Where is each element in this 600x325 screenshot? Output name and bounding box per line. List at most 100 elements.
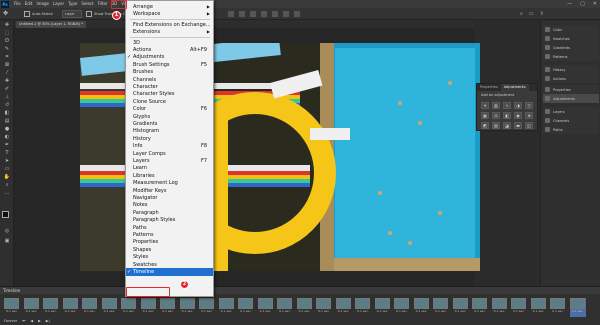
frame-duration[interactable]: 0.1 sec.	[43, 309, 59, 313]
timeline-frame[interactable]: 0.1 sec.	[316, 298, 332, 317]
vibrance-icon[interactable]: ▽	[525, 102, 533, 109]
move-tool-icon[interactable]: ✥	[0, 21, 14, 29]
timeline-frame[interactable]: 0.1 sec.	[472, 298, 488, 317]
blur-tool-icon[interactable]: ●	[0, 125, 14, 133]
posterize-icon[interactable]: ▧	[492, 122, 500, 129]
menu-layer[interactable]: Layer	[51, 0, 66, 8]
dock-item-patterns[interactable]: Patterns	[543, 52, 599, 61]
share-icon[interactable]: ⇪	[540, 10, 544, 18]
dock-item-properties[interactable]: Properties	[543, 85, 599, 94]
frame-duration[interactable]: 0.1 sec.	[82, 309, 98, 313]
healing-brush-tool-icon[interactable]: ✚	[0, 77, 14, 85]
eyedropper-tool-icon[interactable]: ⁄	[0, 69, 14, 77]
dock-item-channels[interactable]: Channels	[543, 116, 599, 125]
marquee-tool-icon[interactable]: ⬚	[0, 29, 14, 37]
timeline-frame[interactable]: 0.1 sec.	[101, 298, 118, 317]
dock-item-gradients[interactable]: Gradients	[543, 43, 599, 52]
tab-properties[interactable]: Properties	[477, 84, 501, 91]
brush-tool-icon[interactable]: ✐	[0, 85, 14, 93]
frame-duration[interactable]: 0.1 sec.	[453, 309, 469, 313]
invert-icon[interactable]: ◩	[481, 122, 489, 129]
timeline-frame[interactable]: 0.1 sec.	[335, 298, 352, 317]
type-tool-icon[interactable]: T	[0, 149, 14, 157]
hand-tool-icon[interactable]: ✋	[0, 173, 14, 181]
channel-mixer-icon[interactable]: ⊕	[525, 112, 533, 119]
color-balance-icon[interactable]: ⚖	[492, 112, 500, 119]
menu-item-workspace[interactable]: Workspace ▶	[126, 10, 213, 18]
layer-select-dropdown[interactable]: Layer	[62, 10, 82, 18]
timeline-frame[interactable]: 0.1 sec.	[160, 298, 176, 317]
frame-duration[interactable]: 0.1 sec.	[433, 309, 449, 313]
frame-duration[interactable]: 0.1 sec.	[180, 309, 196, 313]
dock-item-color[interactable]: Color	[543, 25, 599, 34]
frame-duration[interactable]: 0.1 sec.	[219, 309, 235, 313]
brightness-contrast-icon[interactable]: ☀	[481, 102, 489, 109]
first-frame-button[interactable]: ⏮	[22, 318, 25, 324]
maximize-button[interactable]: ▢	[580, 0, 585, 8]
previous-frame-button[interactable]: ◀	[30, 318, 33, 324]
black-white-icon[interactable]: ◧	[503, 112, 511, 119]
timeline-frame[interactable]: 0.1 sec.	[530, 298, 547, 317]
timeline-frame[interactable]: 0.1 sec.	[491, 298, 508, 317]
menu-file[interactable]: File	[12, 0, 23, 8]
frame-duration[interactable]: 0.1 sec.	[316, 309, 332, 313]
menu-edit[interactable]: Edit	[23, 0, 35, 8]
canvas-area[interactable]	[14, 28, 480, 286]
dock-item-swatches[interactable]: Swatches	[543, 34, 599, 43]
crop-tool-icon[interactable]: ⌗	[0, 53, 14, 61]
frame-duration[interactable]: 0.1 sec.	[550, 309, 566, 313]
frame-duration[interactable]: 0.1 sec.	[414, 309, 430, 313]
frame-duration[interactable]: 0.1 sec.	[63, 309, 79, 313]
dock-item-adjustments[interactable]: Adjustments	[543, 94, 599, 103]
close-button[interactable]: ✕	[593, 0, 597, 8]
exposure-icon[interactable]: ◑	[514, 102, 522, 109]
timeline-frame[interactable]: 0.1 sec.	[550, 298, 566, 317]
frame-duration[interactable]: 0.1 sec.	[121, 309, 137, 313]
frame-duration[interactable]: 0.1 sec.	[394, 309, 410, 313]
tab-adjustments[interactable]: Adjustments	[500, 84, 529, 91]
frame-duration[interactable]: 0.1 sec.	[160, 309, 176, 313]
eraser-tool-icon[interactable]: ◧	[0, 109, 14, 117]
minimize-button[interactable]: —	[567, 0, 572, 8]
align-right-icon[interactable]	[250, 11, 256, 17]
document-tab[interactable]: Untitled-1 @ 50% (Layer 1, RGB/8) *	[16, 21, 86, 28]
timeline-frame[interactable]: 0.1 sec.	[140, 298, 157, 317]
zoom-tool-icon[interactable]: ⌕	[0, 181, 14, 189]
timeline-frame[interactable]: 0.1 sec.	[374, 298, 391, 317]
timeline-frame[interactable]: 0.1 sec.	[43, 298, 59, 317]
frame-duration[interactable]: 0.1 sec.	[492, 309, 508, 313]
path-selection-tool-icon[interactable]: ➤	[0, 157, 14, 165]
dock-item-paths[interactable]: Paths	[543, 125, 599, 134]
timeline-frame[interactable]: 0.1 sec.	[511, 298, 527, 317]
timeline-frame[interactable]: 0.1 sec.	[179, 298, 196, 317]
dock-item-actions[interactable]: Actions	[543, 74, 599, 83]
frame-tool-icon[interactable]: ⊠	[0, 61, 14, 69]
frame-duration[interactable]: 0.1 sec.	[199, 309, 215, 313]
frame-duration[interactable]: 0.1 sec.	[297, 309, 313, 313]
play-button[interactable]: ▶	[38, 318, 41, 324]
levels-icon[interactable]: ▥	[492, 102, 500, 109]
timeline-frame[interactable]: 0.1 sec.	[257, 298, 274, 317]
frame-duration[interactable]: 0.1 sec.	[258, 309, 274, 313]
screen-mode-icon[interactable]: ▣	[0, 237, 14, 245]
frame-duration[interactable]: 0.1 sec.	[102, 309, 118, 313]
timeline-frame[interactable]: 0.1 sec.	[62, 298, 79, 317]
quick-select-tool-icon[interactable]: ✎	[0, 45, 14, 53]
photo-filter-icon[interactable]: ◉	[514, 112, 522, 119]
frame-duration[interactable]: 0.1 sec.	[570, 309, 586, 313]
quick-mask-icon[interactable]: ◎	[0, 227, 14, 235]
dock-item-layers[interactable]: Layers	[543, 107, 599, 116]
menu-type[interactable]: Type	[66, 0, 79, 8]
more-tools-icon[interactable]: …	[0, 189, 14, 197]
history-brush-tool-icon[interactable]: ↺	[0, 101, 14, 109]
timeline-frame[interactable]: 0.1 sec.	[433, 298, 449, 317]
menu-item-extensions[interactable]: Extensions ▶	[126, 28, 213, 36]
loop-dropdown[interactable]: Forever	[4, 318, 17, 324]
menu-item-timeline[interactable]: ✓ Timeline	[126, 268, 213, 276]
menu-select[interactable]: Select	[79, 0, 95, 8]
align-middle-icon[interactable]	[272, 11, 278, 17]
dock-item-history[interactable]: History	[543, 65, 599, 74]
menu-image[interactable]: Image	[34, 0, 51, 8]
frame-duration[interactable]: 0.1 sec.	[238, 309, 254, 313]
rectangle-tool-icon[interactable]: ▭	[0, 165, 14, 173]
